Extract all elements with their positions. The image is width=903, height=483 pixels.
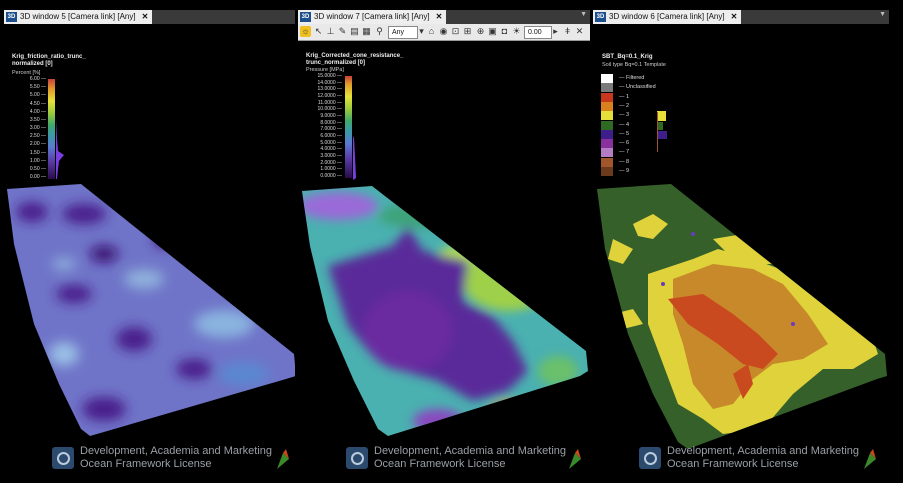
camera-icon[interactable]: ◘ — [499, 26, 510, 37]
3d-window-icon: 3D — [300, 12, 311, 22]
axis-icon[interactable]: ⊕ — [475, 26, 486, 37]
camera-link-select[interactable]: Any — [388, 26, 418, 39]
license-watermark: Development, Academia and Marketing Ocea… — [639, 445, 879, 473]
close-icon[interactable]: ✕ — [436, 12, 443, 21]
3d-viewport[interactable]: Krig_friction_ratio_trunc_ normalized [0… — [4, 24, 295, 483]
tab-3d-window-7[interactable]: 3D 3D window 7 [Camera link] [Any] ✕ — [298, 10, 447, 24]
tab-label: 3D window 5 [Camera link] [Any] — [20, 12, 136, 21]
3d-window-5[interactable]: 3D 3D window 5 [Camera link] [Any] ✕ Krig… — [4, 10, 295, 483]
close-toolbar-icon[interactable]: ✕ — [574, 26, 585, 37]
3d-window-icon: 3D — [595, 12, 606, 22]
window-menu-chevron-icon[interactable]: ▼ — [879, 11, 886, 18]
3d-viewport[interactable]: Krig_Corrected_cone_resistance_ trunc_no… — [298, 41, 590, 483]
license-line-2: Ocean Framework License — [374, 458, 506, 470]
friction-ratio-surface — [7, 184, 295, 436]
license-line-1: Development, Academia and Marketing — [667, 445, 859, 457]
cone-resistance-surface — [302, 186, 588, 436]
lighting-icon[interactable]: ☀ — [511, 26, 522, 37]
close-icon[interactable]: ✕ — [142, 12, 149, 21]
license-line-1: Development, Academia and Marketing — [374, 445, 566, 457]
layers-icon[interactable]: ▤ — [349, 26, 360, 37]
screenshot-icon[interactable]: ▣ — [487, 26, 498, 37]
3d-window-7[interactable]: 3D 3D window 7 [Camera link] [Any] ✕ ▼ ☼ … — [298, 10, 590, 483]
stepper-icon[interactable]: ▸ — [550, 26, 561, 37]
measure-icon[interactable]: ⊥ — [325, 26, 336, 37]
license-watermark: Development, Academia and Marketing Ocea… — [346, 445, 586, 473]
tab-label: 3D window 6 [Camera link] [Any] — [609, 12, 725, 21]
view-direction-icon[interactable]: ◉ — [438, 26, 449, 37]
tab-bar: 3D 3D window 5 [Camera link] [Any] ✕ — [4, 10, 295, 24]
pick-mode-icon[interactable]: ☼ — [300, 26, 311, 37]
grid-icon[interactable]: ⊞ — [462, 26, 473, 37]
ocean-logo-icon — [52, 447, 74, 469]
license-line-2: Ocean Framework License — [667, 458, 799, 470]
link-icon[interactable]: ⚲ — [374, 26, 385, 37]
3d-window-6[interactable]: 3D 3D window 6 [Camera link] [Any] ✕ ▼ SB… — [593, 10, 889, 483]
tab-label: 3D window 7 [Camera link] [Any] — [314, 12, 430, 21]
license-watermark: Development, Academia and Marketing Ocea… — [52, 445, 292, 473]
tab-3d-window-5[interactable]: 3D 3D window 5 [Camera link] [Any] ✕ — [4, 10, 153, 24]
erase-icon[interactable]: ✎ — [337, 26, 348, 37]
tab-3d-window-6[interactable]: 3D 3D window 6 [Camera link] [Any] ✕ — [593, 10, 742, 24]
select-arrow-icon[interactable]: ↖ — [313, 26, 324, 37]
home-view-icon[interactable]: ⌂ — [426, 26, 437, 37]
viewer-toolbar: ☼ ↖ ⊥ ✎ ▤ ▦ ⚲ Any ▾ ⌂ ◉ ⊡ ⊞ ⊕ ▣ ◘ ☀ 0.00… — [298, 24, 590, 41]
axis-orientation-icon — [864, 449, 876, 469]
tab-bar: 3D 3D window 6 [Camera link] [Any] ✕ ▼ — [593, 10, 889, 24]
3d-viewport[interactable]: SBT_Bq=0.1_Krig Soil type Bq=0.1 Templat… — [593, 24, 889, 483]
pin-icon[interactable]: ǂ — [562, 26, 573, 37]
window-menu-chevron-icon[interactable]: ▼ — [580, 11, 587, 18]
axis-orientation-icon — [277, 449, 289, 469]
axis-orientation-icon — [569, 449, 581, 469]
shading-icon[interactable]: ▦ — [361, 26, 372, 37]
close-icon[interactable]: ✕ — [731, 12, 738, 21]
value-field[interactable]: 0.00 — [524, 26, 552, 39]
ocean-logo-icon — [639, 447, 661, 469]
ocean-logo-icon — [346, 447, 368, 469]
tab-bar: 3D 3D window 7 [Camera link] [Any] ✕ ▼ — [298, 10, 590, 24]
soil-type-surface — [597, 184, 887, 449]
license-line-1: Development, Academia and Marketing — [80, 445, 272, 457]
license-line-2: Ocean Framework License — [80, 458, 212, 470]
zoom-extents-icon[interactable]: ⊡ — [450, 26, 461, 37]
3d-window-icon: 3D — [6, 12, 17, 22]
